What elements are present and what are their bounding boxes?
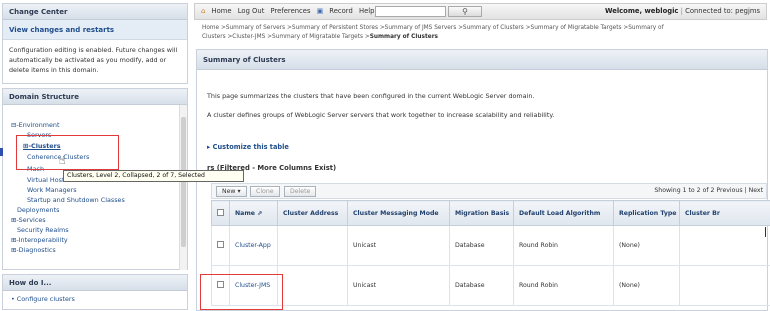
pagination-status[interactable]: Showing 1 to 2 of 2 Previous | Next [654,187,763,194]
col-name[interactable]: Name ⇗ [230,201,278,226]
description-1: This page summarizes the clusters that h… [207,92,534,100]
delete-button[interactable]: Delete [284,186,316,197]
top-toolbar: ⌂ Home Log Out Preferences ▣ Record Help… [194,3,767,20]
select-all-checkbox[interactable] [212,201,230,226]
clone-button[interactable]: Clone [250,186,280,197]
edge-marker [765,227,766,237]
tree-tooltip: Clusters, Level 2, Collapsed, 2 of 7, Se… [63,170,244,182]
new-button[interactable]: New ▾ [216,186,247,197]
tree-item-interoperability[interactable]: ⊞-Interoperability [11,236,68,244]
focus-marker [0,148,3,156]
clusters-table: Name ⇗ Cluster Address Cluster Messaging… [211,200,770,306]
highlight-box-cluster-jms [200,274,283,310]
col-load-algorithm[interactable]: Default Load Algorithm [514,201,614,226]
cell-cluster-broadcast [680,226,770,266]
summary-of-clusters-panel: Summary of Clusters This page summarizes… [196,49,768,311]
cell-load-algorithm: Round Robin [514,266,614,306]
record-icon[interactable]: ▣ [317,7,323,15]
how-do-i-title: How do I... [3,275,187,291]
cell-migration-basis: Database [450,266,514,306]
table-row: Cluster-JMS Unicast Database Round Robin… [212,266,770,306]
table-toolbar: New ▾ Clone Delete Showing 1 to 2 of 2 P… [211,183,767,199]
cell-cluster-broadcast [680,266,770,306]
page-title: Summary of Clusters [197,50,767,70]
col-cluster-address[interactable]: Cluster Address [278,201,348,226]
breadcrumb-current: Summary of Clusters [370,34,438,40]
cell-replication-type: (None) [614,266,680,306]
scrollbar-thumb[interactable] [181,117,186,247]
cell-cluster-address [278,266,348,306]
cell-load-algorithm: Round Robin [514,226,614,266]
breadcrumb: Home >Summary of Servers >Summary of Per… [202,24,762,42]
breadcrumb-line-1[interactable]: Home >Summary of Servers >Summary of Per… [202,24,762,33]
welcome-text: Welcome, weblogic [605,7,679,15]
record-link[interactable]: Record [329,7,352,15]
tree-item-work-managers[interactable]: Work Managers [27,186,77,194]
welcome-area: Welcome, weblogic | Connected to: pegjms [605,4,760,19]
tree-item-services[interactable]: ⊞-Services [11,216,46,224]
row-checkbox[interactable] [212,226,230,266]
table-header-row: Name ⇗ Cluster Address Cluster Messaging… [212,201,770,226]
cell-messaging-mode: Unicast [348,226,450,266]
change-center-text: Configuration editing is enabled. Future… [3,40,187,80]
tree-item-deployments[interactable]: Deployments [17,206,59,214]
change-center-panel: Change Center View changes and restarts … [2,3,188,84]
cell-migration-basis: Database [450,226,514,266]
home-icon[interactable]: ⌂ [201,7,205,15]
domain-tree: ⊟-Environment Servers ⊞-Clusters Coheren… [3,105,187,270]
tree-item-security-realms[interactable]: Security Realms [17,226,69,234]
preferences-link[interactable]: Preferences [271,7,311,15]
tree-scrollbar[interactable] [179,105,187,270]
col-messaging-mode[interactable]: Cluster Messaging Mode [348,201,450,226]
help-link[interactable]: Help [359,7,375,15]
tree-item-environment[interactable]: ⊟-Environment [11,121,59,129]
breadcrumb-trail[interactable]: Clusters >Cluster-JMS >Summary of Migrat… [202,34,370,40]
top-nav: ⌂ Home Log Out Preferences ▣ Record Help [201,4,378,19]
highlight-box-clusters [16,135,119,170]
tree-item-virtual-hosts[interactable]: Virtual Hosts [27,176,68,184]
hand-cursor-icon: ☝ [59,154,66,167]
description-2: A cluster defines groups of WebLogic Ser… [207,111,554,119]
col-replication-type[interactable]: Replication Type [614,201,680,226]
customize-table-link[interactable]: ▸ Customize this table [207,143,289,151]
change-center-title: Change Center [3,4,187,20]
col-migration-basis[interactable]: Migration Basis [450,201,514,226]
search-icon[interactable]: ⚲ [448,6,482,17]
breadcrumb-line-2: Clusters >Cluster-JMS >Summary of Migrat… [202,33,762,42]
howto-configure-clusters[interactable]: • Configure clusters [3,291,187,307]
col-cluster-broadcast[interactable]: Cluster Br [680,201,770,226]
domain-structure-title: Domain Structure [3,89,187,105]
table-row: Cluster-App Unicast Database Round Robin… [212,226,770,266]
logout-link[interactable]: Log Out [238,7,265,15]
connected-to: Connected to: pegjms [685,7,760,15]
cell-cluster-address [278,226,348,266]
home-link[interactable]: Home [212,7,232,15]
cluster-name-link[interactable]: Cluster-App [230,226,278,266]
customize-label: Customize this table [213,143,289,151]
tree-item-diagnostics[interactable]: ⊞-Diagnostics [11,246,56,254]
cell-messaging-mode: Unicast [348,266,450,306]
view-changes-link[interactable]: View changes and restarts [3,20,187,40]
search-input[interactable] [375,6,446,17]
how-do-i-panel: How do I... • Configure clusters [2,274,188,310]
tree-item-startup-shutdown[interactable]: Startup and Shutdown Classes [27,196,125,204]
cell-replication-type: (None) [614,226,680,266]
